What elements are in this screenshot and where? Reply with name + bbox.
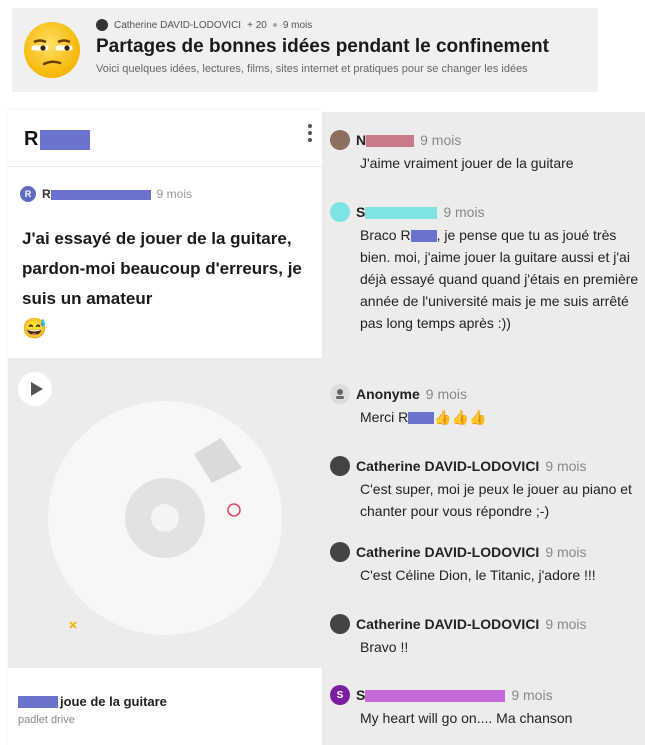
audio-attachment[interactable]: [8, 358, 322, 668]
comment-text: Braco R, je pense que tu as joué très bi…: [360, 227, 639, 331]
sweat-smile-emoji-icon: 😅: [22, 318, 47, 340]
post-title-initial: R: [24, 128, 39, 150]
comment-text: Bravo !!: [360, 639, 409, 655]
redaction-mark: [365, 207, 438, 220]
post-title: R: [24, 128, 91, 151]
post-time: 9 mois: [156, 187, 193, 201]
comment-author: Anonyme: [356, 386, 420, 402]
commenter-avatar: S: [330, 685, 350, 705]
comment-time: 9 mois: [545, 458, 587, 474]
comment-author: Catherine DAVID-LODOVICI: [356, 616, 540, 632]
commenter-avatar: [330, 456, 350, 476]
post-author: R: [42, 187, 151, 201]
comment: Catherine DAVID-LODOVICI 9 mois C'est Cé…: [330, 542, 645, 586]
media-source: padlet drive: [18, 714, 75, 726]
author-avatar: R: [20, 186, 36, 202]
redaction-mark: [50, 189, 151, 200]
separator-dot: [272, 23, 277, 27]
comment: S 9 mois Braco R, je pense que tu as jou…: [330, 202, 645, 334]
redaction-mark: [40, 129, 91, 150]
comment: N 9 mois J'aime vraiment jouer de la gui…: [330, 130, 645, 174]
comment: Catherine DAVID-LODOVICI 9 mois Bravo !!: [330, 614, 645, 658]
commenter-avatar: [330, 202, 350, 222]
more-options-icon[interactable]: [306, 124, 314, 148]
redaction-mark: [365, 690, 506, 703]
comment-author: Catherine DAVID-LODOVICI: [356, 544, 540, 560]
header-likes: + 20: [247, 19, 267, 31]
media-caption: joue de la guitare: [18, 694, 167, 709]
media-caption-text: joue de la guitare: [60, 694, 167, 709]
comment-author: S: [356, 687, 506, 703]
play-button[interactable]: [18, 372, 52, 406]
comment: Anonyme 9 mois Merci R 👍👍👍: [330, 384, 645, 428]
comment-author: S: [356, 204, 438, 220]
redaction-mark: [408, 412, 435, 425]
comment-time: 9 mois: [545, 616, 587, 632]
commenter-avatar: [330, 614, 350, 634]
header-meta: Catherine DAVID-LODOVICI + 20 9 mois: [96, 18, 312, 32]
comment-text: J'aime vraiment jouer de la guitare: [360, 155, 574, 171]
padlet-header: Catherine DAVID-LODOVICI + 20 9 mois Par…: [12, 8, 598, 92]
comment-text: C'est Céline Dion, le Titanic, j'adore !…: [360, 567, 596, 583]
commenter-avatar: [330, 130, 350, 150]
unamused-face-icon: [24, 22, 80, 78]
comment-author: Catherine DAVID-LODOVICI: [356, 458, 540, 474]
header-author: Catherine DAVID-LODOVICI: [114, 19, 242, 31]
comment-text: Merci R 👍👍👍: [360, 409, 487, 425]
post-card-header: R: [8, 110, 322, 167]
comment-time: 9 mois: [443, 204, 485, 220]
post-text: J'ai essayé de jouer de la guitare, pard…: [22, 229, 302, 308]
comments-panel: N 9 mois J'aime vraiment jouer de la gui…: [322, 112, 645, 745]
commenter-avatar: [330, 542, 350, 562]
comment-time: 9 mois: [425, 386, 468, 402]
post-body: J'ai essayé de jouer de la guitare, pard…: [22, 224, 312, 345]
post-card[interactable]: R R R 9 mois J'ai essayé de jouer de la …: [8, 110, 322, 745]
anonymous-avatar-icon: [330, 384, 350, 404]
header-time: 9 mois: [282, 19, 313, 31]
post-meta: R R 9 mois: [20, 186, 192, 202]
comment: Catherine DAVID-LODOVICI 9 mois C'est su…: [330, 456, 645, 522]
comment-text: C'est super, moi je peux le jouer au pia…: [360, 481, 632, 519]
comment-author: N: [356, 132, 415, 148]
author-avatar: [96, 19, 108, 31]
comment-text: My heart will go on.... Ma chanson: [360, 710, 573, 726]
comment-time: 9 mois: [420, 132, 462, 148]
thumbs-up-icon: 👍👍👍: [434, 409, 487, 425]
comment-time: 9 mois: [511, 687, 553, 703]
comment-time: 9 mois: [545, 544, 587, 560]
play-icon: [31, 382, 43, 396]
redaction-mark: [18, 695, 58, 708]
page-title: Partages de bonnes idées pendant le conf…: [96, 36, 549, 57]
redaction-mark: [410, 230, 437, 243]
post-author-initial: R: [42, 187, 51, 201]
redaction-mark: [366, 135, 415, 148]
vinyl-disc-illustration: [48, 401, 282, 635]
page-subtitle: Voici quelques idées, lectures, films, s…: [96, 63, 528, 75]
comment: S S 9 mois My heart will go on.... Ma ch…: [330, 685, 645, 729]
